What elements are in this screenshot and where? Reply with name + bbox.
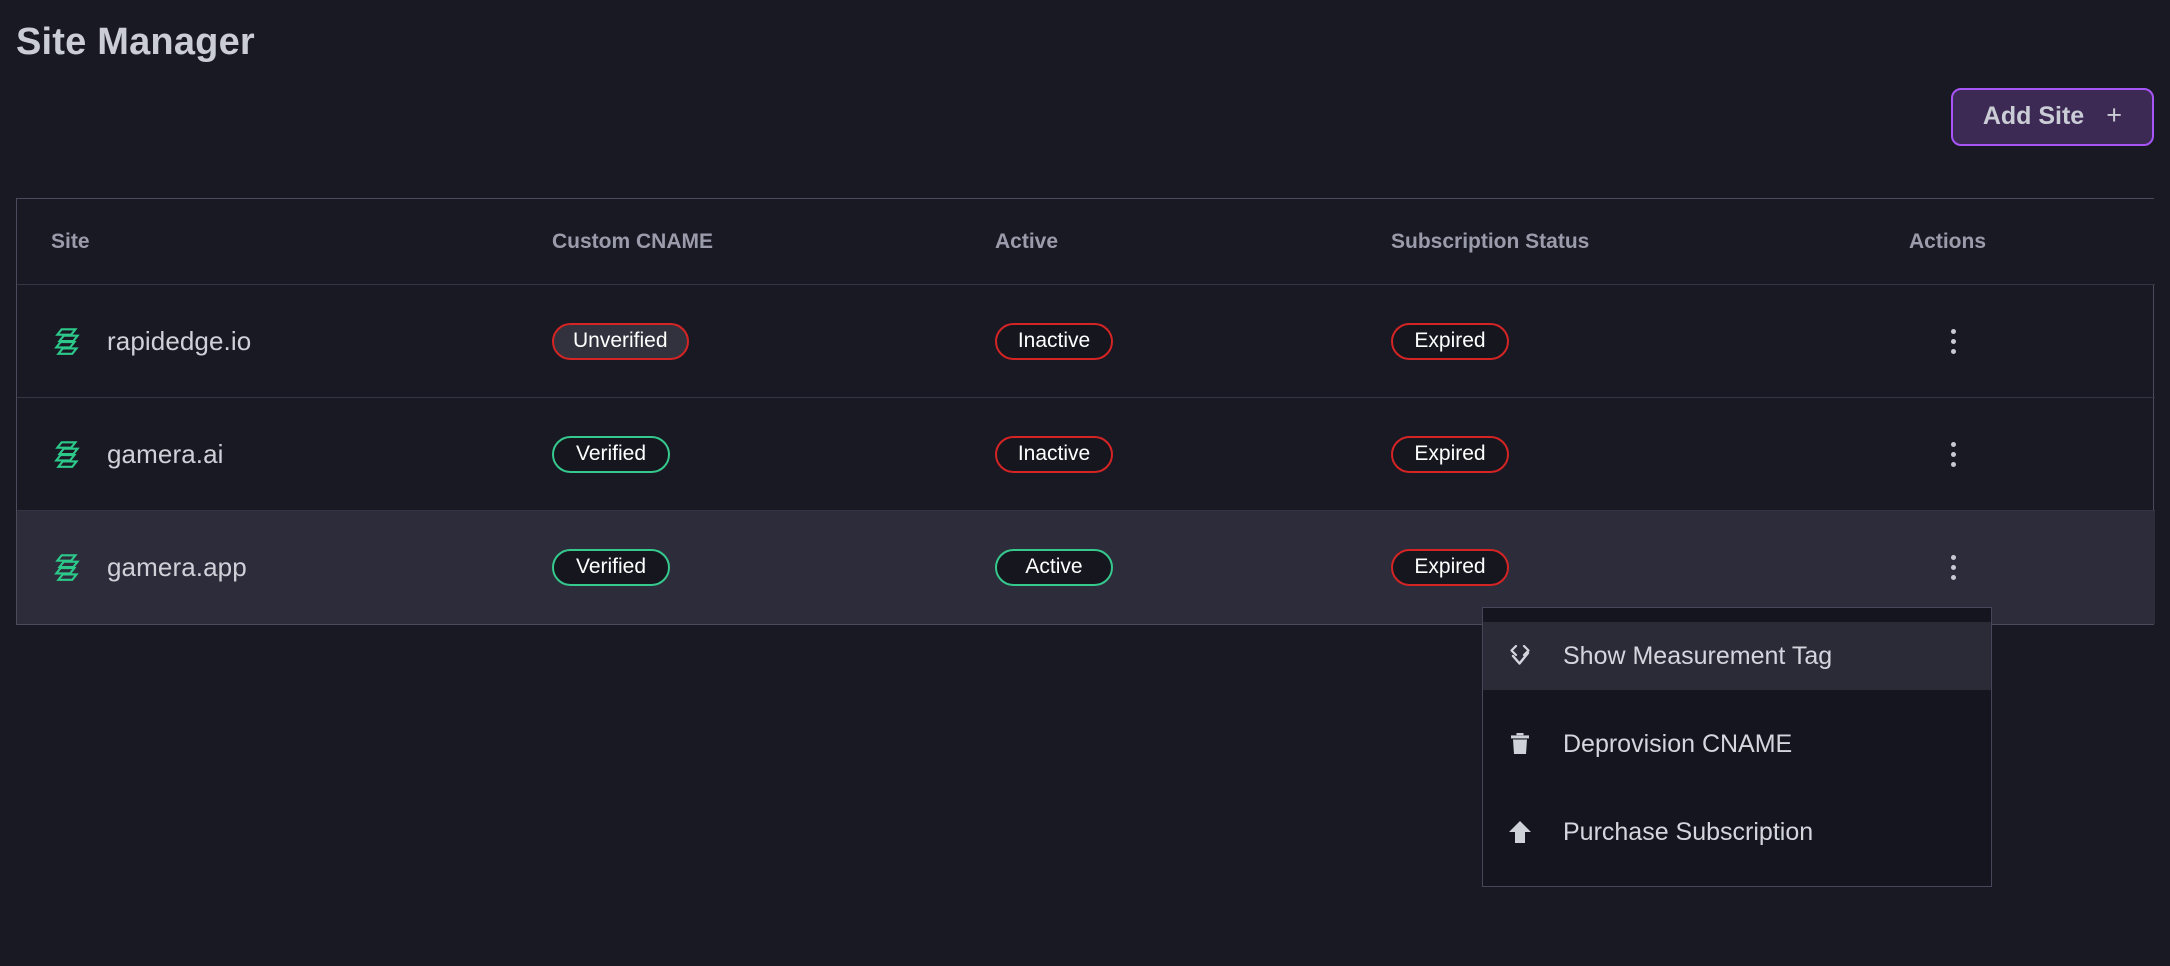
cell-site: gamera.ai bbox=[17, 398, 552, 511]
row-actions-menu-icon[interactable] bbox=[1939, 555, 1967, 580]
menu-item-label: Purchase Subscription bbox=[1563, 818, 1813, 847]
site-name: gamera.app bbox=[107, 552, 247, 583]
dot bbox=[1951, 575, 1956, 580]
cell-actions bbox=[1909, 285, 2155, 398]
dot bbox=[1951, 462, 1956, 467]
site-logo-icon bbox=[51, 324, 85, 358]
cname-status-badge[interactable]: Unverified bbox=[552, 323, 689, 360]
site-logo-icon bbox=[51, 437, 85, 471]
table-row[interactable]: gamera.ai Verified Inactive Expired bbox=[17, 398, 2155, 511]
column-header-active: Active bbox=[995, 199, 1391, 285]
sites-table: Site Custom CNAME Active Subscription St… bbox=[17, 199, 2155, 624]
dot bbox=[1951, 349, 1956, 354]
menu-spacer bbox=[1483, 778, 1991, 798]
table-row[interactable]: rapidedge.io Unverified Inactive Expired bbox=[17, 285, 2155, 398]
row-actions-menu-icon[interactable] bbox=[1939, 442, 1967, 467]
cell-active: Active bbox=[995, 511, 1391, 624]
menu-item-deprovision-cname[interactable]: Deprovision CNAME bbox=[1483, 710, 1991, 778]
row-actions-menu-icon[interactable] bbox=[1939, 329, 1967, 354]
column-header-custom-cname: Custom CNAME bbox=[552, 199, 995, 285]
cell-actions bbox=[1909, 398, 2155, 511]
column-header-site: Site bbox=[17, 199, 552, 285]
dot bbox=[1951, 565, 1956, 570]
dot bbox=[1951, 442, 1956, 447]
table-body: rapidedge.io Unverified Inactive Expired bbox=[17, 285, 2155, 624]
menu-item-label: Show Measurement Tag bbox=[1563, 642, 1832, 671]
active-status-badge[interactable]: Inactive bbox=[995, 323, 1113, 360]
active-status-badge[interactable]: Inactive bbox=[995, 436, 1113, 473]
cname-status-badge[interactable]: Verified bbox=[552, 549, 670, 586]
dot bbox=[1951, 339, 1956, 344]
cell-subscription: Expired bbox=[1391, 398, 1909, 511]
site-manager-page: Site Manager Add Site + Site Custom CNAM… bbox=[0, 0, 2170, 966]
active-status-badge[interactable]: Active bbox=[995, 549, 1113, 586]
cell-active: Inactive bbox=[995, 285, 1391, 398]
column-header-actions: Actions bbox=[1909, 199, 2155, 285]
site-name: gamera.ai bbox=[107, 439, 224, 470]
menu-spacer bbox=[1483, 690, 1991, 710]
cell-custom-cname: Unverified bbox=[552, 285, 995, 398]
cell-custom-cname: Verified bbox=[552, 511, 995, 624]
cell-active: Inactive bbox=[995, 398, 1391, 511]
table-header: Site Custom CNAME Active Subscription St… bbox=[17, 199, 2155, 285]
page-title: Site Manager bbox=[16, 21, 255, 64]
code-check-icon bbox=[1507, 643, 1533, 669]
cell-site: gamera.app bbox=[17, 511, 552, 624]
arrow-up-icon bbox=[1507, 819, 1533, 845]
dot bbox=[1951, 452, 1956, 457]
cname-status-badge[interactable]: Verified bbox=[552, 436, 670, 473]
cell-site: rapidedge.io bbox=[17, 285, 552, 398]
sites-table-container: Site Custom CNAME Active Subscription St… bbox=[16, 198, 2154, 625]
subscription-status-badge[interactable]: Expired bbox=[1391, 323, 1509, 360]
subscription-status-badge[interactable]: Expired bbox=[1391, 549, 1509, 586]
add-site-button[interactable]: Add Site + bbox=[1951, 88, 2154, 146]
menu-item-label: Deprovision CNAME bbox=[1563, 730, 1792, 759]
cell-custom-cname: Verified bbox=[552, 398, 995, 511]
dot bbox=[1951, 555, 1956, 560]
column-header-subscription: Subscription Status bbox=[1391, 199, 1909, 285]
site-name: rapidedge.io bbox=[107, 326, 251, 357]
row-context-menu: Show Measurement Tag Deprovision CNAME P… bbox=[1482, 607, 1992, 887]
trash-icon bbox=[1507, 731, 1533, 757]
cell-subscription: Expired bbox=[1391, 285, 1909, 398]
site-logo-icon bbox=[51, 550, 85, 584]
table-header-row: Site Custom CNAME Active Subscription St… bbox=[17, 199, 2155, 285]
add-site-button-label: Add Site bbox=[1983, 104, 2084, 129]
plus-icon: + bbox=[2106, 102, 2122, 129]
subscription-status-badge[interactable]: Expired bbox=[1391, 436, 1509, 473]
menu-item-purchase-subscription[interactable]: Purchase Subscription bbox=[1483, 798, 1991, 866]
menu-item-show-measurement-tag[interactable]: Show Measurement Tag bbox=[1483, 622, 1991, 690]
dot bbox=[1951, 329, 1956, 334]
